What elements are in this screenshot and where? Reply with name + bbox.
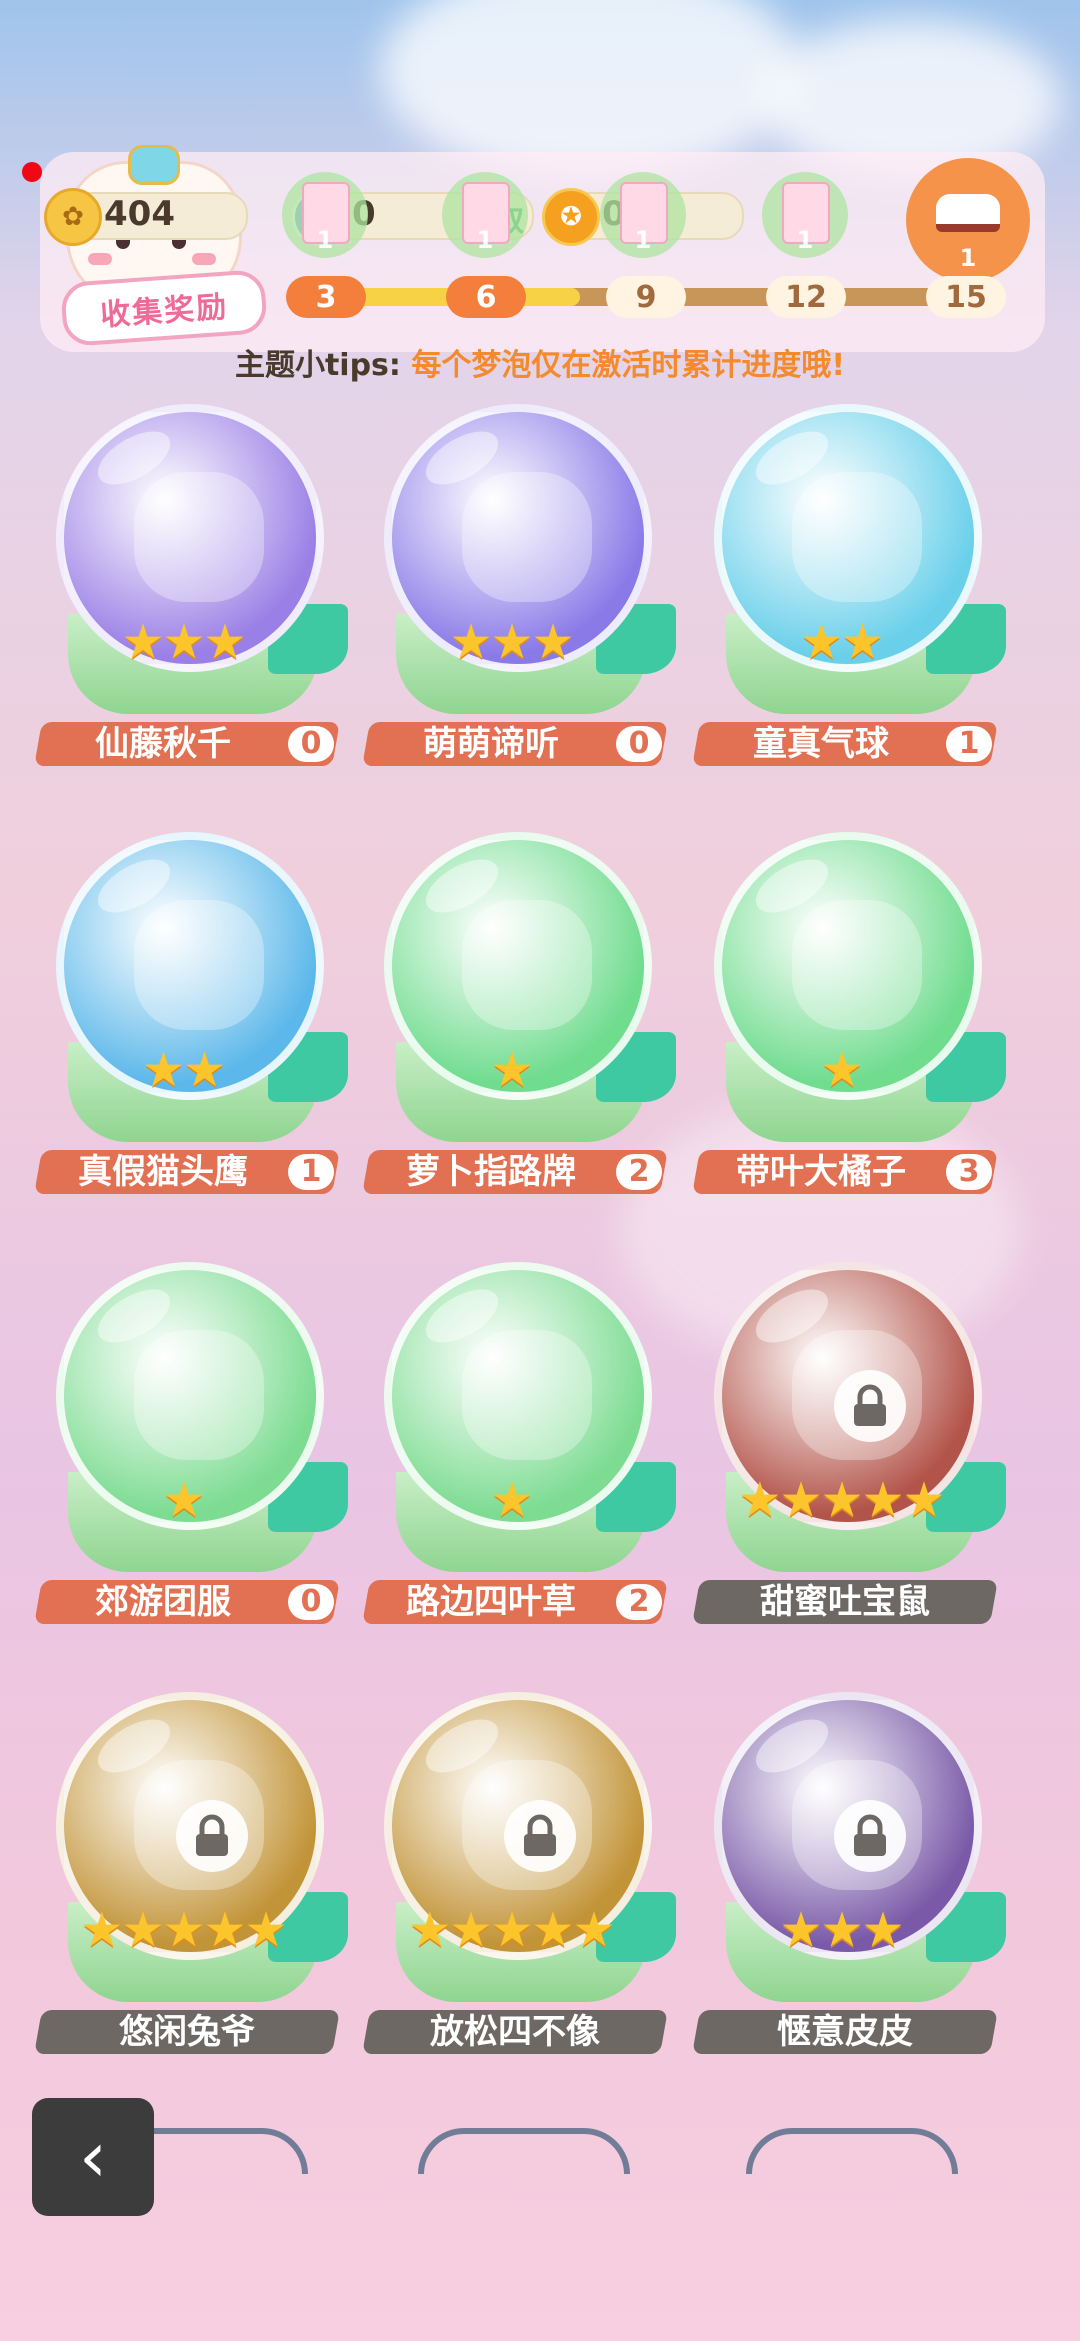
dream-bubble-card[interactable]: ★ 带叶大橘子 3 <box>692 832 1016 1232</box>
dream-bubble-card[interactable]: ★★★★★ 悠闲兔爷 <box>34 1692 358 2092</box>
gold-coin-value: 404 <box>104 194 175 234</box>
star-rating: ★★ <box>141 1042 226 1098</box>
orange-coin-icon: ✪ <box>542 188 600 246</box>
milestone-step-3: 3 <box>286 276 366 318</box>
card-name: 真假猫头鹰 <box>78 1152 248 1192</box>
next-row-globe <box>746 2128 958 2174</box>
milestone-reward-9[interactable]: 1 <box>600 172 686 258</box>
dream-bubble-card[interactable]: ★★★ 惬意皮皮 <box>692 1692 1016 2092</box>
balloon-icon <box>792 472 922 602</box>
milestone-step-6: 6 <box>446 276 526 318</box>
dream-bubble-card[interactable]: ★ 路边四叶草 2 <box>362 1262 686 1662</box>
milestone-reward-6[interactable]: 1 <box>442 172 528 258</box>
star-rating: ★★★★★ <box>80 1902 287 1958</box>
card-name: 带叶大橘子 <box>736 1152 906 1192</box>
card-count-badge: 1 <box>946 726 992 762</box>
lock-icon <box>176 1800 248 1872</box>
card-name: 路边四叶草 <box>406 1582 576 1622</box>
lock-icon <box>834 1800 906 1872</box>
dream-bubble-card[interactable]: ★★★★★ 放松四不像 <box>362 1692 686 2092</box>
milestone-reward-3[interactable]: 1 <box>282 172 368 258</box>
card-count-badge: 1 <box>288 1154 334 1190</box>
star-rating: ★ <box>162 1472 205 1528</box>
back-arrow-icon: ‹ <box>79 2116 107 2198</box>
star-rating: ★ <box>490 1472 533 1528</box>
card-count-badge: 0 <box>616 726 662 762</box>
dream-bubble-card[interactable]: ★★ 童真气球 1 <box>692 404 1016 804</box>
card-name: 悠闲兔爷 <box>119 2012 255 2052</box>
star-rating: ★★★★★ <box>738 1472 945 1528</box>
dream-bubble-card[interactable]: ★ 郊游团服 0 <box>34 1262 358 1662</box>
star-rating: ★★★ <box>449 614 574 670</box>
orange-icon <box>792 900 922 1030</box>
card-name: 萌萌谛听 <box>423 724 559 764</box>
card-name: 惬意皮皮 <box>777 2012 913 2052</box>
star-rating: ★★★★★ <box>408 1902 615 1958</box>
tips-text: 每个梦泡仅在激活时累计进度哦! <box>411 348 846 383</box>
signpost-icon <box>462 900 592 1030</box>
swing-icon <box>134 472 264 602</box>
lock-icon <box>834 1370 906 1442</box>
dream-bubble-card[interactable]: ★★★ 仙藤秋千 0 <box>34 404 358 804</box>
milestone-step-15: 15 <box>926 276 1006 318</box>
black-cat-icon <box>462 472 592 602</box>
card-name: 童真气球 <box>753 724 889 764</box>
card-count-badge: 0 <box>288 1584 334 1620</box>
milestone-reward-12[interactable]: 1 <box>762 172 848 258</box>
card-count-badge: 3 <box>946 1154 992 1190</box>
milestone-reward-15[interactable]: 1 <box>906 158 1030 282</box>
owl-icon <box>134 900 264 1030</box>
card-name: 仙藤秋千 <box>95 724 231 764</box>
shoes-icon <box>936 194 1000 232</box>
star-rating: ★ <box>490 1042 533 1098</box>
card-name: 萝卜指路牌 <box>406 1152 576 1192</box>
milestone-step-9: 9 <box>606 276 686 318</box>
card-name: 放松四不像 <box>430 2012 600 2052</box>
tips-label: 主题小tips: <box>234 348 401 383</box>
dream-bubble-card[interactable]: ★★★★★ 甜蜜吐宝鼠 <box>692 1262 1016 1662</box>
back-button[interactable]: ‹ <box>32 2098 154 2216</box>
card-name: 郊游团服 <box>95 1582 231 1622</box>
clover-icon <box>462 1330 592 1460</box>
notification-dot <box>22 162 42 182</box>
dream-bubble-card[interactable]: ★★★ 萌萌谛听 0 <box>362 404 686 804</box>
gold-coin-icon: ✿ <box>44 188 102 246</box>
outfit-icon <box>134 1330 264 1460</box>
dream-bubble-card[interactable]: ★ 萝卜指路牌 2 <box>362 832 686 1232</box>
lock-icon <box>504 1800 576 1872</box>
next-row-globe <box>418 2128 630 2174</box>
card-name: 甜蜜吐宝鼠 <box>760 1582 930 1622</box>
star-rating: ★★★ <box>121 614 246 670</box>
star-rating: ★ <box>820 1042 863 1098</box>
milestone-step-12: 12 <box>766 276 846 318</box>
star-rating: ★★★ <box>779 1902 904 1958</box>
card-count-badge: 2 <box>616 1154 662 1190</box>
card-count-badge: 2 <box>616 1584 662 1620</box>
star-rating: ★★ <box>799 614 884 670</box>
dream-bubble-card[interactable]: ★★ 真假猫头鹰 1 <box>34 832 358 1232</box>
theme-tips: 主题小tips: 每个梦泡仅在激活时累计进度哦! <box>0 340 1080 384</box>
card-count-badge: 0 <box>288 726 334 762</box>
